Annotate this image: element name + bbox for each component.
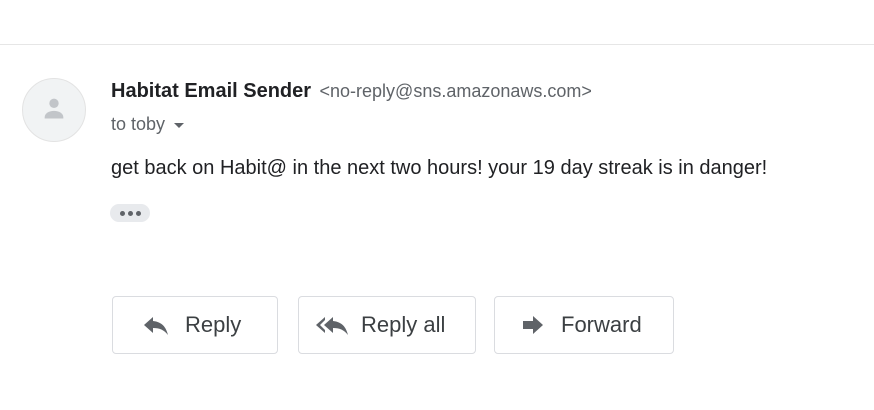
- reply-button-label: Reply: [185, 312, 242, 337]
- show-trimmed-content-button[interactable]: [110, 204, 150, 222]
- reply-button[interactable]: Reply: [112, 296, 278, 354]
- forward-icon: [521, 314, 545, 336]
- reply-all-icon: [315, 314, 349, 336]
- sender-email: <no-reply@sns.amazonaws.com>: [319, 81, 592, 101]
- more-horiz-icon-dot: [135, 210, 141, 216]
- header-divider: [0, 44, 874, 45]
- person-icon: [40, 94, 68, 127]
- sender-line: Habitat Email Sender <no-reply@sns.amazo…: [111, 80, 592, 103]
- reply-all-button-label: Reply all: [361, 312, 446, 337]
- recipient-details-toggle[interactable]: to toby: [111, 114, 185, 135]
- forward-button-label: Forward: [561, 312, 642, 337]
- recipient-text: to toby: [111, 114, 166, 134]
- reply-all-button[interactable]: Reply all: [298, 296, 476, 354]
- more-horiz-icon-dot: [127, 210, 133, 216]
- forward-button[interactable]: Forward: [494, 296, 674, 354]
- sender-avatar[interactable]: [22, 78, 86, 142]
- sender-name[interactable]: Habitat Email Sender: [111, 80, 311, 102]
- more-horiz-icon: [119, 210, 125, 216]
- reply-icon: [143, 314, 169, 336]
- email-body: get back on Habit@ in the next two hours…: [111, 157, 768, 179]
- caret-down-icon[interactable]: [174, 123, 185, 128]
